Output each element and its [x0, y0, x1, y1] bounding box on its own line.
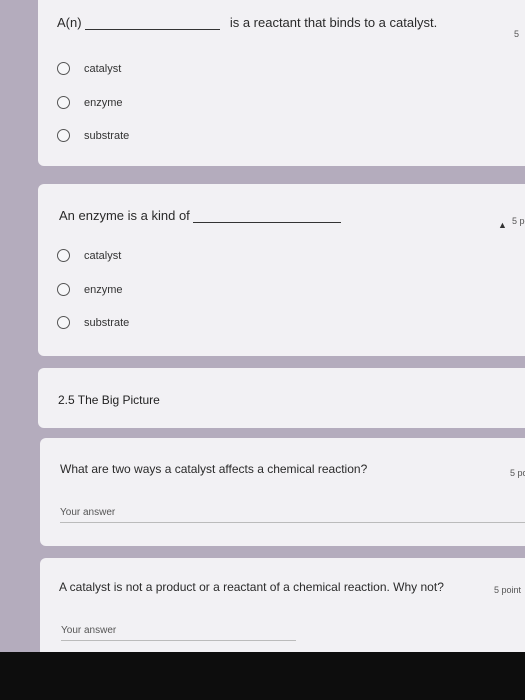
- option-catalyst[interactable]: catalyst: [57, 249, 121, 262]
- option-label: substrate: [84, 129, 130, 142]
- question-text: A(n) is a reactant that binds to a catal…: [57, 15, 437, 30]
- option-label: substrate: [84, 316, 130, 329]
- question-card-4: A catalyst is not a product or a reactan…: [40, 558, 525, 658]
- question-card-3: What are two ways a catalyst affects a c…: [40, 438, 525, 546]
- question-card-2: An enzyme is a kind of ▲ 5 pc catalyst e…: [38, 184, 525, 356]
- question-prefix: An enzyme is a kind of: [59, 208, 190, 223]
- question-text: An enzyme is a kind of: [59, 208, 342, 223]
- option-enzyme[interactable]: enzyme: [57, 283, 123, 296]
- option-label: enzyme: [84, 96, 123, 109]
- radio-button[interactable]: [57, 249, 70, 262]
- question-points: 5 poin: [510, 468, 525, 478]
- question-points: 5 point: [494, 585, 522, 595]
- option-substrate[interactable]: substrate: [57, 316, 129, 329]
- answer-input[interactable]: Your answer: [61, 625, 296, 641]
- question-blank: [193, 222, 342, 223]
- question-suffix: is a reactant that binds to a catalyst.: [229, 15, 438, 30]
- question-card-1: A(n) is a reactant that binds to a catal…: [38, 0, 525, 166]
- section-title: 2.5 The Big Picture: [58, 393, 160, 407]
- question-text: What are two ways a catalyst affects a c…: [60, 462, 368, 476]
- question-text: A catalyst is not a product or a reactan…: [59, 580, 444, 594]
- option-enzyme[interactable]: enzyme: [57, 96, 123, 109]
- radio-button[interactable]: [57, 62, 70, 75]
- radio-button[interactable]: [57, 283, 70, 296]
- option-substrate[interactable]: substrate: [57, 129, 129, 142]
- option-catalyst[interactable]: catalyst: [57, 62, 121, 75]
- cursor-icon: ▲: [498, 220, 507, 230]
- question-blank: [85, 29, 221, 30]
- question-points: 5 pc: [512, 216, 525, 226]
- radio-button[interactable]: [57, 129, 70, 142]
- bottom-dark-bar: [0, 652, 525, 700]
- section-header-card: 2.5 The Big Picture: [38, 368, 525, 428]
- option-label: enzyme: [84, 283, 123, 296]
- radio-button[interactable]: [57, 316, 70, 329]
- question-points: 5: [514, 29, 520, 39]
- radio-button[interactable]: [57, 96, 70, 109]
- option-label: catalyst: [84, 62, 122, 75]
- answer-input[interactable]: Your answer: [60, 507, 525, 523]
- option-label: catalyst: [84, 249, 122, 262]
- question-prefix: A(n): [57, 15, 82, 30]
